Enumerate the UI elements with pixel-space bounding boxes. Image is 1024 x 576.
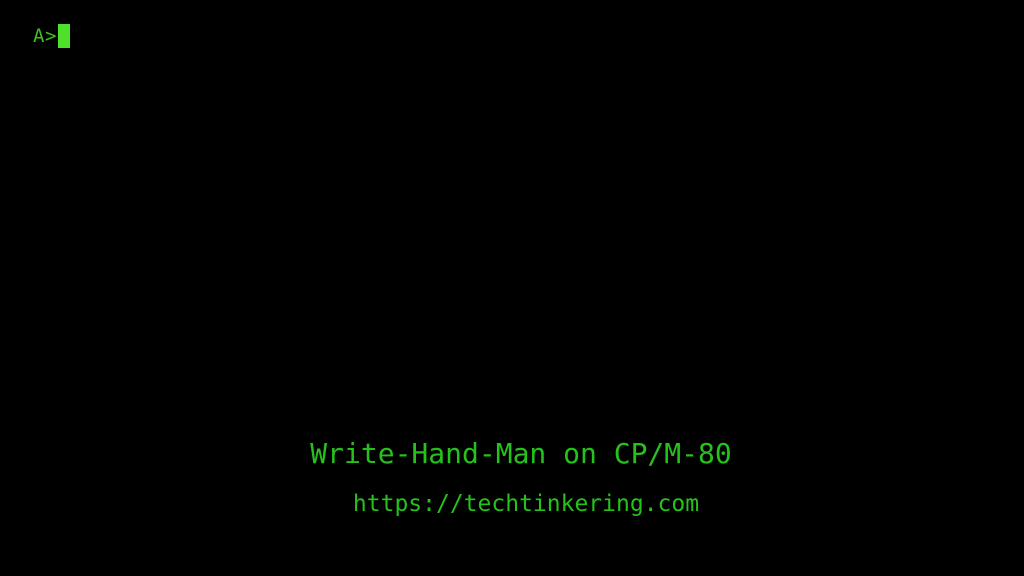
- drive-prompt: A>: [33, 25, 57, 47]
- video-title: Write-Hand-Man on CP/M-80: [310, 437, 732, 470]
- website-url: https://techtinkering.com: [352, 491, 700, 517]
- block-cursor: [57, 24, 70, 48]
- command-prompt-line[interactable]: A>: [33, 24, 70, 48]
- terminal-screen[interactable]: A> Write-Hand-Man on CP/M-80 https://tec…: [0, 0, 1024, 576]
